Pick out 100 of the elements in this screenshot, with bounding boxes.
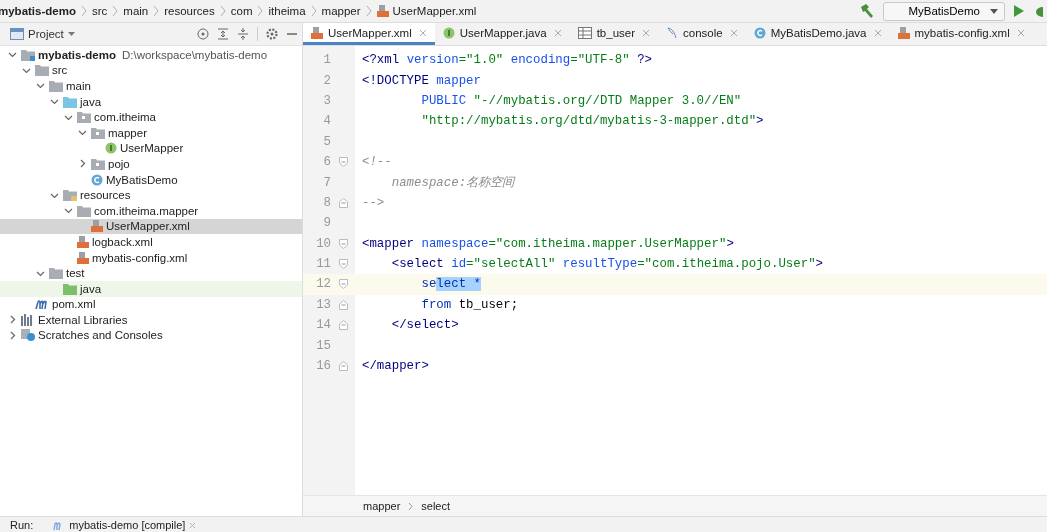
code-line: PUBLIC "-//mybatis.org//DTD Mapper 3.0//EN" [420,93,742,108]
table-icon [577,26,592,39]
settings-icon[interactable] [266,28,278,40]
close-icon[interactable] [873,28,882,37]
class-icon [91,173,103,186]
run-icon[interactable] [1013,4,1025,18]
code-line: <!DOCTYPE mapper [361,73,481,88]
chevron-icon [80,5,87,17]
code-line: --> [361,195,385,210]
tree-item[interactable]: mapper [0,124,302,141]
xml-file-icon [897,26,910,39]
line-number: 15 [315,338,331,353]
code-line: "http://mybatis.org/dtd/mybatis-3-mapper.dtd"> [420,114,764,129]
line-number: 5 [322,134,331,149]
breadcrumb-item[interactable]: com [230,5,253,17]
fold-end-icon[interactable] [338,197,348,208]
xml-file-icon [77,235,89,248]
folder-icon [63,282,77,295]
target-icon[interactable] [197,28,209,40]
run-tab[interactable]: mybatis-demo [compile] [53,519,197,532]
tree-item[interactable]: pojo [0,156,302,172]
code-line: <mapper namespace="com.itheima.mapper.UserMapper"> [361,236,734,251]
code-line: select * [420,277,481,292]
breadcrumb-item[interactable]: UserMapper.xml [392,5,477,17]
editor-tab[interactable]: UserMapper.xml [303,23,435,45]
tree-item[interactable]: UserMapper.xml [0,218,302,235]
close-icon[interactable] [642,28,650,37]
breadcrumb-item[interactable]: itheima [268,5,306,17]
chevron-icon [408,501,414,511]
close-icon[interactable] [729,28,738,37]
tree-item[interactable]: MyBatisDemo [0,171,302,188]
tree-item[interactable]: com.itheima.mapper [0,202,302,219]
editor-tab[interactable]: tb_user [569,23,658,45]
fold-end-icon[interactable] [338,320,348,331]
tree-item[interactable]: Scratches and Consoles [0,327,302,344]
breadcrumb-item[interactable]: resources [164,5,215,17]
code-line: </mapper> [361,359,429,374]
project-view-dropdown[interactable]: Project [28,28,75,40]
tree-item[interactable]: UserMapper [0,140,302,157]
caret-icon [990,8,998,14]
line-number: 9 [322,216,331,231]
editor-tab[interactable]: MyBatisDemo.java [745,23,890,45]
collapse-all-icon[interactable] [237,28,249,40]
package-icon [91,157,105,170]
fold-end-icon[interactable] [338,361,348,372]
breadcrumb-item[interactable]: main [123,5,149,17]
line-number: 8 [322,195,331,210]
fold-icon[interactable] [338,238,348,249]
interface-icon [105,142,117,155]
breadcrumb-item[interactable]: mapper [321,5,361,17]
tree-item[interactable]: mybatis-demo D:\workspace\mybatis-demo [0,47,302,63]
tree-item[interactable]: java [0,93,302,110]
editor-tab[interactable]: console [658,23,746,45]
editor-tab[interactable]: mybatis-config.xml [889,23,1033,45]
fold-icon[interactable] [338,259,348,270]
fold-icon[interactable] [338,279,348,290]
run-label: Run: [10,519,34,532]
chevron-icon [365,5,372,17]
tree-item[interactable]: External Libraries [0,312,302,328]
line-number: 13 [315,297,331,312]
line-number: 16 [315,359,331,374]
tree-item[interactable]: pom.xml [0,296,302,313]
fold-end-icon[interactable] [338,299,348,310]
tree-item[interactable]: src [0,62,302,79]
line-number: 2 [322,73,331,88]
maven-icon [35,298,49,311]
close-icon[interactable] [1016,28,1025,37]
tree-item[interactable]: com.itheima [0,109,302,125]
line-number: 11 [315,257,331,272]
breadcrumb-item[interactable]: select [421,500,451,512]
code-line: </select> [390,318,459,333]
code-line: namespace:名称空间 [390,175,515,192]
xml-file-icon [376,5,389,17]
breadcrumb-item[interactable]: mapper [363,500,401,512]
close-icon[interactable] [418,28,427,37]
package-icon [77,111,91,124]
tree-item[interactable]: test [0,265,302,281]
expand-all-icon[interactable] [217,28,229,40]
tree-item[interactable]: java [0,280,302,297]
line-number: 3 [322,93,331,108]
tree-item[interactable]: mybatis-config.xml [0,249,302,266]
library-icon [21,313,35,326]
tree-item[interactable]: main [0,78,302,94]
xml-file-icon [77,251,89,264]
editor-tab[interactable]: UserMapper.java [434,23,570,45]
chevron-icon [219,5,226,17]
close-icon[interactable] [189,522,197,529]
line-number: 1 [322,53,331,68]
folder-icon [35,64,49,77]
hammer-icon[interactable] [859,3,876,19]
code-line: <!-- [361,155,392,170]
close-icon[interactable] [553,28,562,37]
fold-icon[interactable] [338,157,348,168]
breadcrumb-item[interactable]: src [91,5,108,17]
code-line: <select id="selectAll" resultType="com.itheima.pojo.User"> [390,257,824,272]
run-configuration-dropdown[interactable]: MyBatisDemo [883,1,1005,21]
tree-item[interactable]: logback.xml [0,234,302,250]
xml-file-icon [91,220,103,233]
tree-item[interactable]: resources [0,187,302,203]
folder-icon [63,189,77,202]
